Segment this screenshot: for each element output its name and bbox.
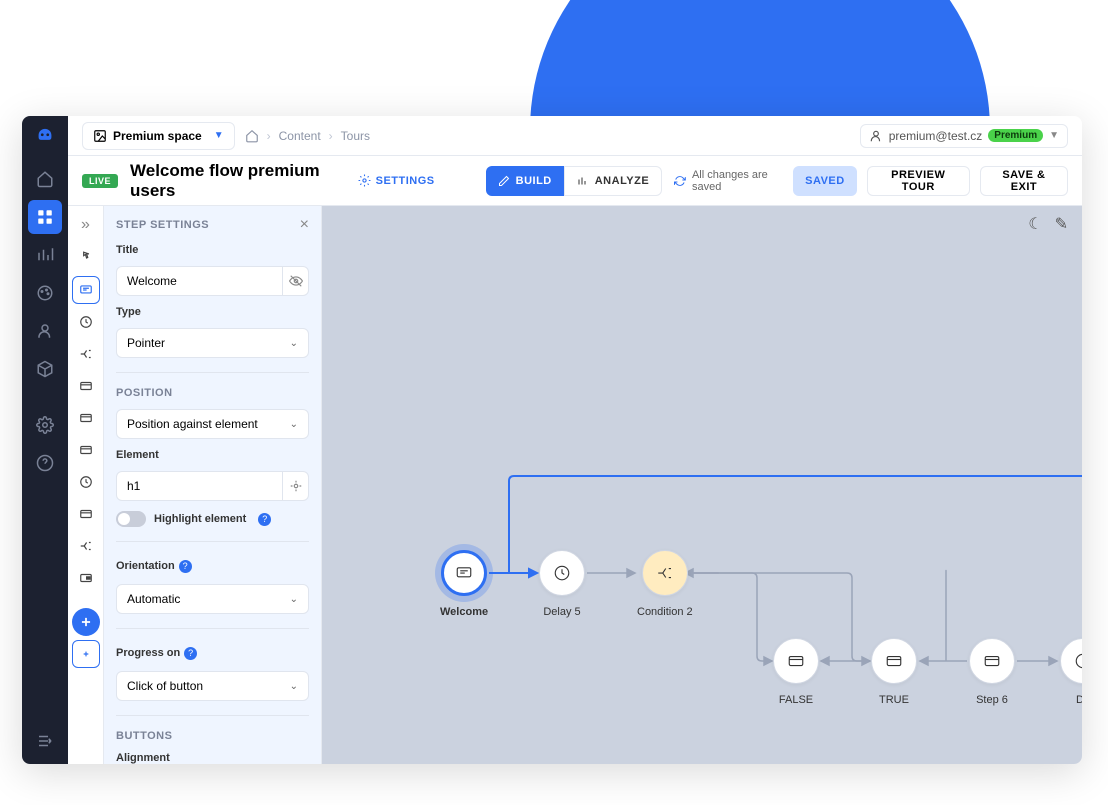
- node-false[interactable]: FALSE: [773, 638, 819, 706]
- nav-analytics[interactable]: [28, 238, 62, 272]
- collapse-panel-icon[interactable]: »: [75, 214, 97, 236]
- title-label: Title: [116, 244, 309, 256]
- chart-icon: [577, 175, 589, 187]
- nav-package[interactable]: [28, 352, 62, 386]
- flow-canvas[interactable]: ☾ ✎: [322, 206, 1082, 764]
- info-icon[interactable]: ?: [184, 647, 197, 660]
- step-type-rail: »: [68, 206, 104, 764]
- nav-users[interactable]: [28, 314, 62, 348]
- step-type-message[interactable]: [72, 276, 100, 304]
- step-type-pointer[interactable]: [72, 244, 100, 272]
- breadcrumb: › Content › Tours: [245, 129, 370, 143]
- chevron-right-icon: ›: [329, 129, 333, 143]
- save-exit-button[interactable]: SAVE & EXIT: [980, 166, 1068, 196]
- app-logo-icon: [31, 124, 59, 152]
- position-select[interactable]: Position against element⌄: [116, 409, 309, 439]
- step-type-delay[interactable]: [72, 308, 100, 336]
- step-type-delay-2[interactable]: [72, 468, 100, 496]
- nav-home[interactable]: [28, 162, 62, 196]
- nav-settings[interactable]: [28, 408, 62, 442]
- space-icon: [93, 129, 107, 143]
- highlight-label: Highlight element: [154, 513, 246, 525]
- step-type-slideout[interactable]: [72, 564, 100, 592]
- saved-button[interactable]: SAVED: [793, 166, 857, 196]
- user-icon: [869, 129, 883, 143]
- type-label: Type: [116, 306, 309, 318]
- info-icon[interactable]: ?: [179, 560, 192, 573]
- node-welcome[interactable]: Welcome: [440, 550, 488, 618]
- highlight-toggle[interactable]: [116, 511, 146, 527]
- page-title: Welcome flow premium users: [130, 161, 346, 201]
- progress-label: Progress on: [116, 647, 180, 659]
- node-true[interactable]: TRUE: [871, 638, 917, 706]
- chevron-down-icon: ⌄: [290, 594, 298, 605]
- analyze-button[interactable]: ANALYZE: [564, 166, 662, 196]
- position-section: POSITION: [116, 387, 309, 399]
- space-name: Premium space: [113, 129, 202, 143]
- close-icon[interactable]: ×: [300, 216, 309, 234]
- breadcrumb-bar: Premium space ▼ › Content › Tours premiu…: [68, 116, 1082, 156]
- nav-expand[interactable]: [28, 730, 62, 764]
- step-type-modal-2[interactable]: [72, 404, 100, 432]
- save-status: All changes are saved: [674, 169, 783, 193]
- chevron-down-icon: ⌄: [290, 681, 298, 692]
- orientation-label: Orientation: [116, 560, 175, 572]
- title-input[interactable]: [116, 266, 283, 296]
- inspector-title: STEP SETTINGS: [116, 219, 209, 231]
- live-badge: LIVE: [82, 174, 118, 188]
- title-bar: LIVE Welcome flow premium users SETTINGS…: [68, 156, 1082, 206]
- space-selector[interactable]: Premium space ▼: [82, 122, 235, 150]
- node-extra[interactable]: De: [1060, 638, 1082, 706]
- chevron-right-icon: ›: [267, 129, 271, 143]
- step-type-modal-3[interactable]: [72, 436, 100, 464]
- chevron-down-icon: ▼: [1049, 130, 1059, 141]
- chevron-down-icon: ▼: [214, 130, 224, 141]
- element-label: Element: [116, 449, 309, 461]
- alignment-label: Alignment: [116, 752, 309, 764]
- node-step6[interactable]: Step 6: [969, 638, 1015, 706]
- node-delay[interactable]: Delay 5: [539, 550, 585, 618]
- step-type-modal-4[interactable]: [72, 500, 100, 528]
- breadcrumb-tours[interactable]: Tours: [341, 129, 370, 143]
- nav-help[interactable]: [28, 446, 62, 480]
- chevron-down-icon: ⌄: [290, 338, 298, 349]
- user-menu[interactable]: premium@test.cz Premium ▼: [860, 124, 1068, 148]
- build-button[interactable]: BUILD: [486, 166, 564, 196]
- plan-badge: Premium: [988, 129, 1043, 142]
- chevron-down-icon: ⌄: [290, 419, 298, 430]
- inspector-panel: STEP SETTINGS × Title Type Pointer⌄ POSI…: [104, 206, 322, 764]
- home-icon[interactable]: [245, 129, 259, 143]
- preview-button[interactable]: PREVIEW TOUR: [867, 166, 970, 196]
- user-email: premium@test.cz: [889, 129, 983, 143]
- node-condition[interactable]: Condition 2: [637, 550, 693, 618]
- add-step-button[interactable]: [72, 608, 100, 636]
- orientation-select[interactable]: Automatic⌄: [116, 584, 309, 614]
- step-type-branch[interactable]: [72, 340, 100, 368]
- progress-select[interactable]: Click of button⌄: [116, 671, 309, 701]
- buttons-section: BUTTONS: [116, 730, 309, 742]
- visibility-toggle-icon[interactable]: [283, 266, 309, 296]
- app-nav-rail: [22, 116, 68, 764]
- add-step-outline-button[interactable]: [72, 640, 100, 668]
- nav-themes[interactable]: [28, 276, 62, 310]
- step-type-modal[interactable]: [72, 372, 100, 400]
- pencil-icon: [498, 175, 510, 187]
- element-picker-icon[interactable]: [283, 471, 309, 501]
- step-type-branch-2[interactable]: [72, 532, 100, 560]
- gear-icon: [358, 174, 371, 187]
- info-icon[interactable]: ?: [258, 513, 271, 526]
- nav-content[interactable]: [28, 200, 62, 234]
- breadcrumb-content[interactable]: Content: [279, 129, 321, 143]
- refresh-icon: [674, 174, 686, 188]
- settings-button[interactable]: SETTINGS: [358, 174, 435, 187]
- type-select[interactable]: Pointer⌄: [116, 328, 309, 358]
- element-input[interactable]: [116, 471, 283, 501]
